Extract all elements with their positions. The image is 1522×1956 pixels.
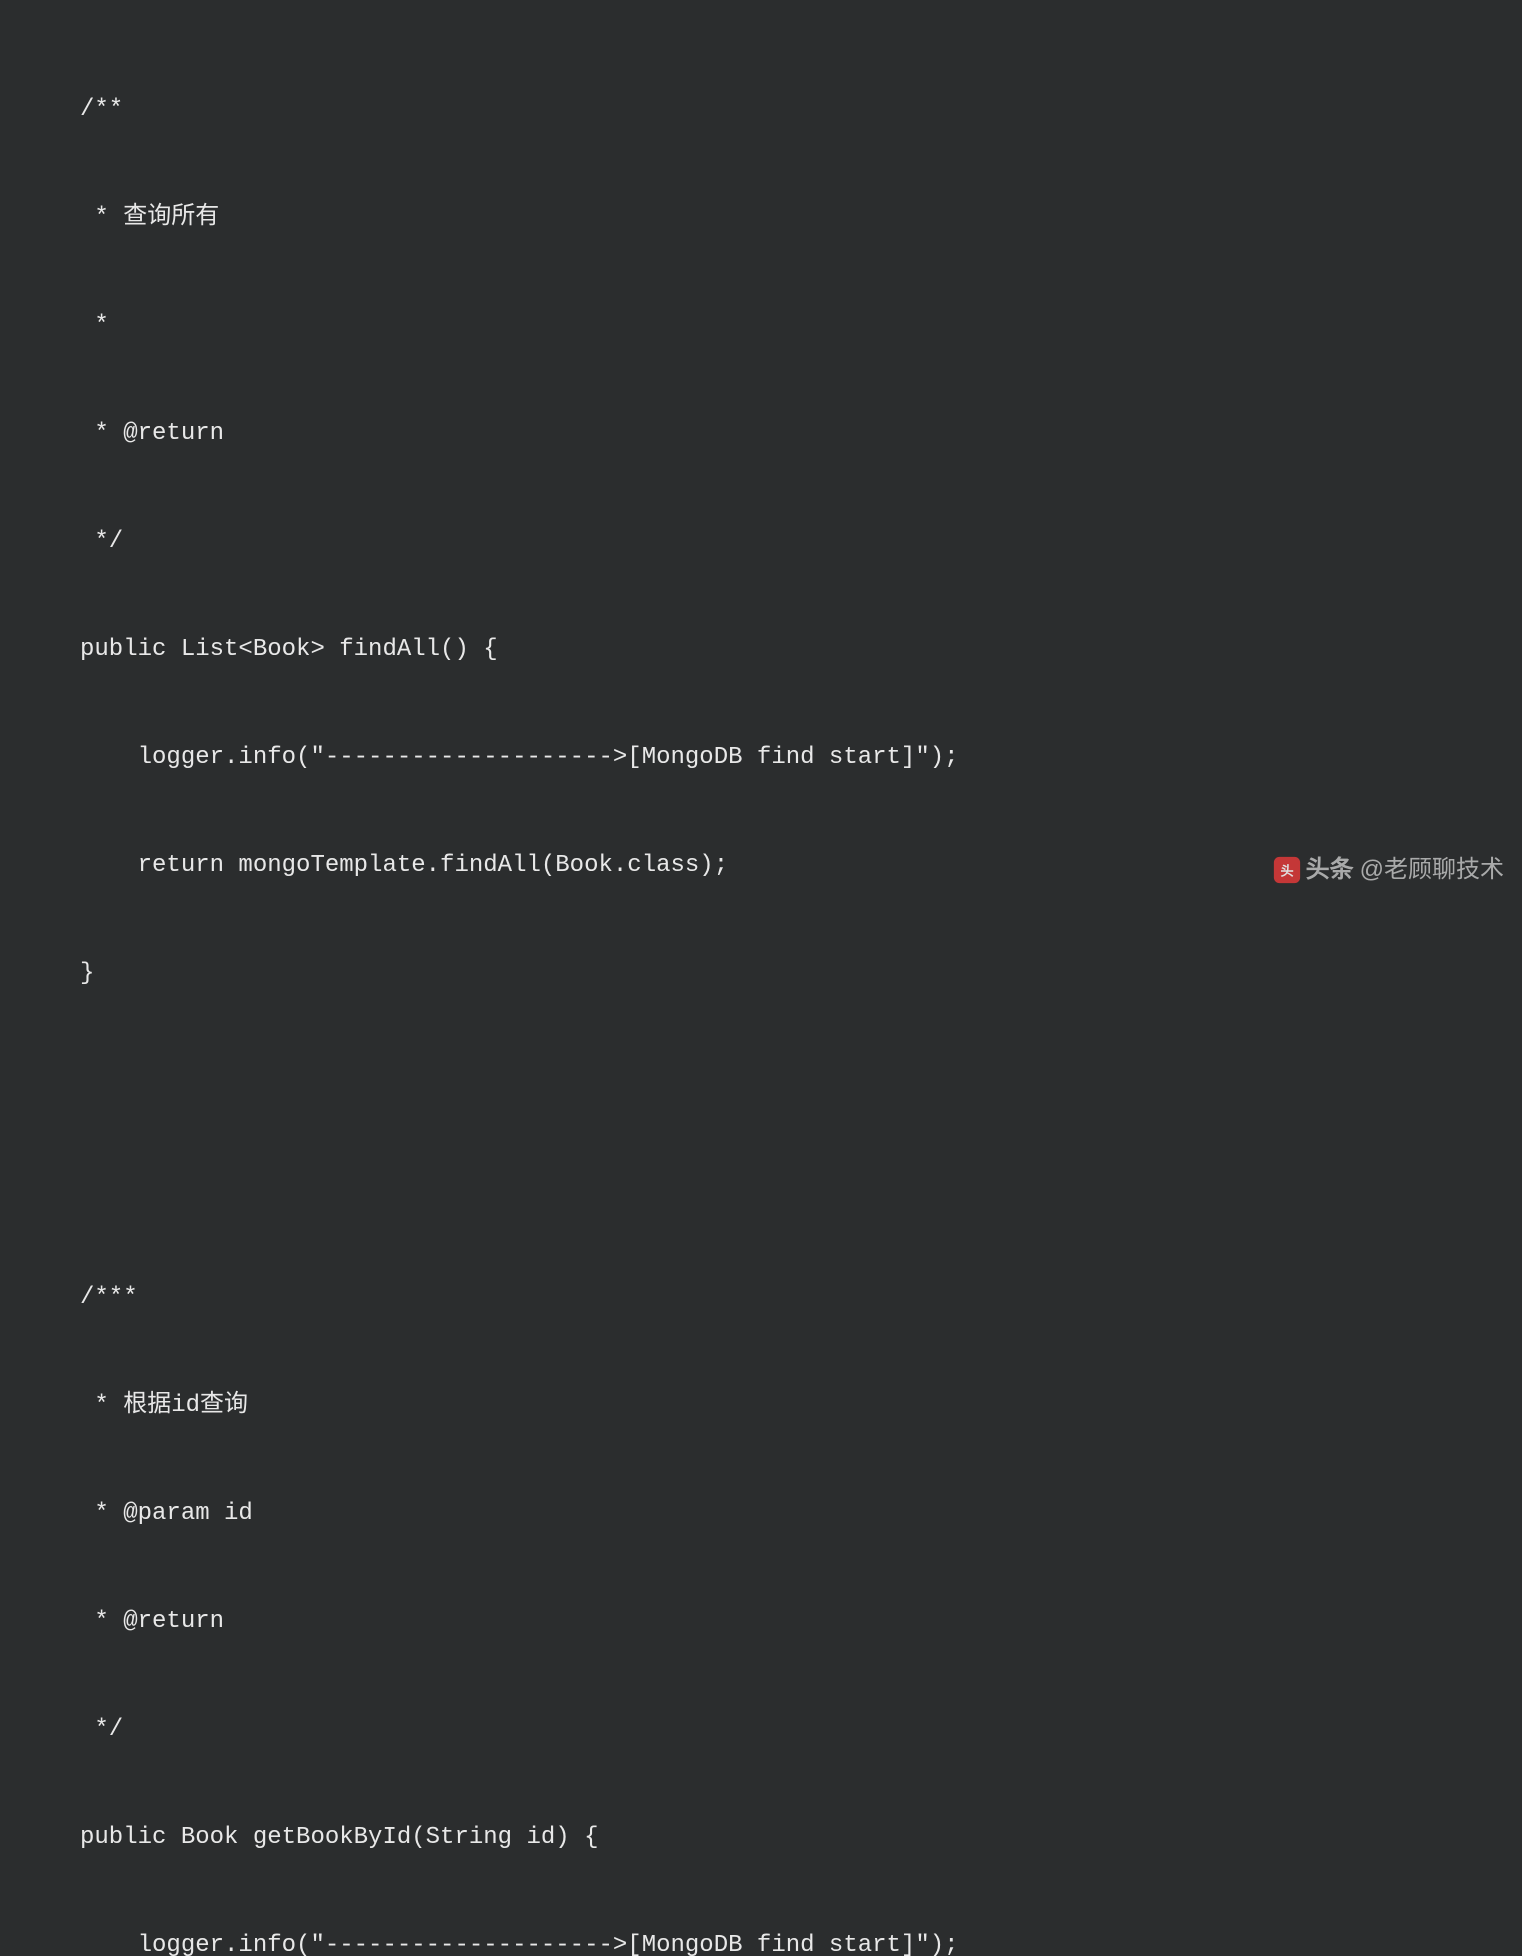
code-line: } — [80, 956, 1522, 992]
watermark: 头 头条 @老顾聊技术 — [1272, 852, 1504, 888]
code-line: * 查询所有 — [80, 200, 1522, 236]
code-line: */ — [80, 524, 1522, 560]
code-line: public List<Book> findAll() { — [80, 632, 1522, 668]
code-line: * @return — [80, 416, 1522, 452]
code-block: /** * 查询所有 * * @return */ public List<Bo… — [0, 20, 1522, 1956]
code-line: logger.info("-------------------->[Mongo… — [80, 740, 1522, 776]
code-line: */ — [80, 1712, 1522, 1748]
code-line: * — [80, 308, 1522, 344]
code-line: /*** — [80, 1280, 1522, 1316]
code-line: /** — [80, 92, 1522, 128]
toutiao-icon: 头 — [1272, 855, 1302, 885]
code-line: logger.info("-------------------->[Mongo… — [80, 1928, 1522, 1956]
code-line — [80, 1064, 1522, 1100]
code-line: * @param id — [80, 1496, 1522, 1532]
svg-text:头: 头 — [1280, 864, 1293, 879]
code-line — [80, 1172, 1522, 1208]
code-line: public Book getBookById(String id) { — [80, 1820, 1522, 1856]
code-line: * 根据id查询 — [80, 1388, 1522, 1424]
watermark-brand: 头条 — [1306, 852, 1354, 888]
watermark-text: @老顾聊技术 — [1360, 852, 1504, 888]
code-line: * @return — [80, 1604, 1522, 1640]
